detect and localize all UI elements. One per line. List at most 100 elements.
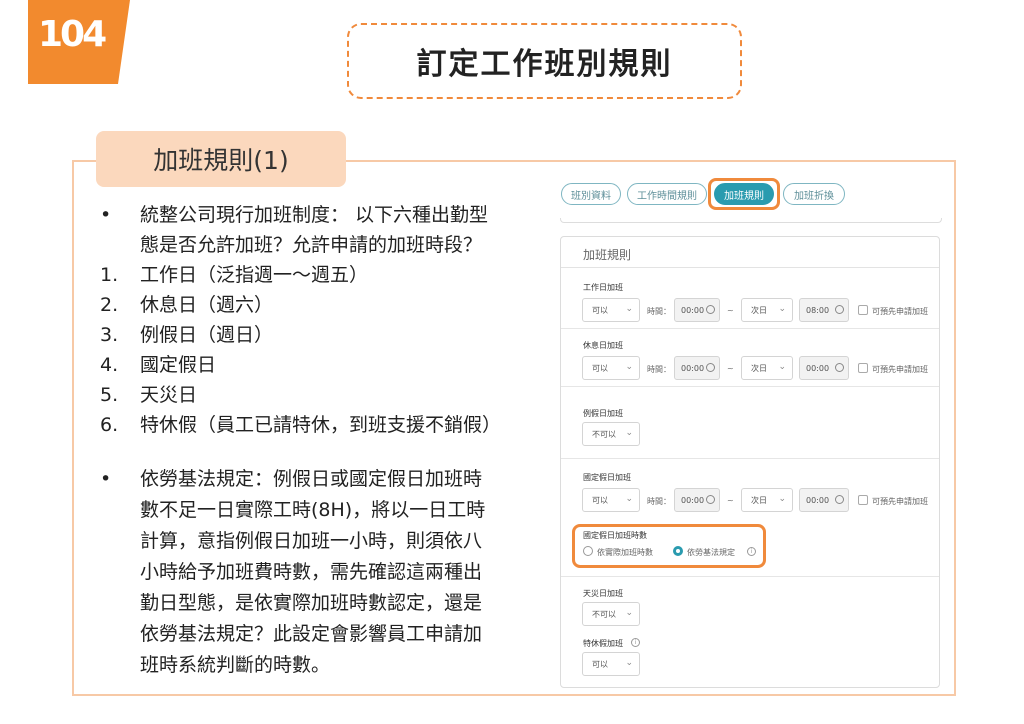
time-value: 00:00 (806, 495, 830, 505)
section-label: 國定假日加班 (583, 473, 631, 482)
workday-allow-select[interactable]: 可以 ⌄ (582, 298, 640, 322)
clock-icon (835, 305, 844, 314)
time-label: 時間： (647, 365, 671, 374)
bullet-line: 態是否允許加班？允許申請的加班時段？ (140, 234, 483, 256)
select-value: 可以 (592, 305, 608, 315)
restday-start-time[interactable]: 00:00 (674, 356, 720, 380)
chevron-down-icon: ⌄ (778, 304, 786, 314)
section-tab: 加班規則(1) (96, 131, 346, 187)
numbered-item: 1. 工作日（泛指週一～週五） (100, 260, 550, 290)
chevron-down-icon: ⌄ (778, 362, 786, 372)
restday-allow-select[interactable]: 可以 ⌄ (582, 356, 640, 380)
select-value: 次日 (751, 363, 767, 373)
logo-text: 104 (38, 14, 106, 55)
item-text: 天災日 (140, 384, 198, 406)
time-value: 00:00 (681, 495, 705, 505)
select-value: 可以 (592, 495, 608, 505)
select-value: 可以 (592, 363, 608, 373)
workday-end-time[interactable]: 08:00 (799, 298, 849, 322)
overtime-rules-card: 加班規則 工作日加班 可以 ⌄ 時間： 00:00 ~ 次日 ⌄ 08:00 可預先… (560, 236, 940, 688)
restday-preapply-checkbox[interactable] (858, 363, 868, 373)
bullet-item: • 依勞基法規定：例假日或國定假日加班時 數不足一日實際工時(8H)，將以一日工… (100, 464, 550, 681)
special-leave-allow-select[interactable]: 可以 ⌄ (582, 652, 640, 676)
disaster-overtime-section: 天災日加班 不可以 ⌄ (561, 576, 939, 630)
select-value: 不可以 (592, 429, 616, 439)
item-number: 4. (100, 354, 119, 376)
chevron-down-icon: ⌄ (625, 658, 633, 668)
item-number: 3. (100, 324, 119, 346)
item-text: 工作日（泛指週一～週五） (140, 264, 369, 286)
regular-holiday-allow-select[interactable]: 不可以 ⌄ (582, 422, 640, 446)
clock-icon (835, 495, 844, 504)
numbered-item: 2. 休息日（週六） (100, 290, 550, 320)
workday-preapply-checkbox[interactable] (858, 305, 868, 315)
national-holiday-end-time[interactable]: 00:00 (799, 488, 849, 512)
chevron-down-icon: ⌄ (625, 608, 633, 618)
checkbox-label: 可預先申請加班 (872, 497, 928, 506)
national-holiday-start-time[interactable]: 00:00 (674, 488, 720, 512)
clock-icon (706, 305, 715, 314)
rules-description: • 統整公司現行加班制度： 以下六種出勤型 態是否允許加班？允許申請的加班時段？… (100, 200, 550, 681)
time-label: 時間： (647, 307, 671, 316)
numbered-item: 4. 國定假日 (100, 350, 550, 380)
regular-holiday-overtime-section: 例假日加班 不可以 ⌄ (561, 386, 939, 459)
bullet-marker: • (100, 468, 112, 490)
holiday-hours-highlight (572, 524, 766, 568)
item-number: 5. (100, 384, 119, 406)
tab-overtime-rules[interactable]: 加班規則 (714, 183, 774, 205)
select-value: 可以 (592, 659, 608, 669)
chevron-down-icon: ⌄ (625, 494, 633, 504)
bullet-line: 統整公司現行加班制度： 以下六種出勤型 (140, 204, 489, 226)
range-separator: ~ (727, 306, 734, 315)
bullet-line: 計算，意指例假日加班一小時，則須依八 (140, 530, 483, 552)
clock-icon (706, 495, 715, 504)
numbered-item: 6. 特休假（員工已請特休，到班支援不銷假） (100, 410, 550, 440)
checkbox-label: 可預先申請加班 (872, 365, 928, 374)
restday-overtime-section: 休息日加班 可以 ⌄ 時間： 00:00 ~ 次日 ⌄ 00:00 可預先申請加班 (561, 328, 939, 387)
numbered-item: 3. 例假日（週日） (100, 320, 550, 350)
item-text: 例假日（週日） (140, 324, 274, 346)
tab-overtime-conversion[interactable]: 加班折換 (783, 183, 845, 205)
disaster-allow-select[interactable]: 不可以 ⌄ (582, 602, 640, 626)
page-title-text: 訂定工作班別規則 (416, 47, 673, 82)
bullet-line: 依勞基法規定？此設定會影響員工申請加 (140, 623, 483, 645)
workday-overtime-section: 工作日加班 可以 ⌄ 時間： 00:00 ~ 次日 ⌄ 08:00 可預先申請加班 (561, 268, 939, 329)
restday-next-day-select[interactable]: 次日 ⌄ (741, 356, 793, 380)
bullet-line: 數不足一日實際工時(8H)，將以一日工時 (140, 499, 486, 521)
item-number: 1. (100, 264, 119, 286)
workday-next-day-select[interactable]: 次日 ⌄ (741, 298, 793, 322)
clock-icon (706, 363, 715, 372)
item-number: 6. (100, 414, 119, 436)
section-label: 特休假加班 (583, 639, 623, 648)
chevron-down-icon: ⌄ (625, 428, 633, 438)
national-holiday-preapply-checkbox[interactable] (858, 495, 868, 505)
bullet-line: 依勞基法規定：例假日或國定假日加班時 (140, 468, 483, 490)
section-label: 工作日加班 (583, 283, 623, 292)
time-label: 時間： (647, 497, 671, 506)
workday-start-time[interactable]: 00:00 (674, 298, 720, 322)
range-separator: ~ (727, 496, 734, 505)
tab-work-time-rules[interactable]: 工作時間規則 (627, 183, 707, 205)
checkbox-label: 可預先申請加班 (872, 307, 928, 316)
bullet-item: • 統整公司現行加班制度： 以下六種出勤型 態是否允許加班？允許申請的加班時段？ (100, 200, 550, 260)
bullet-text: 統整公司現行加班制度： 以下六種出勤型 態是否允許加班？允許申請的加班時段？ (140, 200, 550, 260)
numbered-item: 5. 天災日 (100, 380, 550, 410)
national-holiday-allow-select[interactable]: 可以 ⌄ (582, 488, 640, 512)
bullet-line: 勤日型態，是依實際加班時數認定，還是 (140, 592, 483, 614)
tab-shift-data[interactable]: 班別資料 (561, 183, 621, 205)
bullet-text: 依勞基法規定：例假日或國定假日加班時 數不足一日實際工時(8H)，將以一日工時 … (140, 464, 550, 681)
special-leave-overtime-section: 特休假加班 i 可以 ⌄ (561, 630, 939, 688)
bullet-line: 小時給予加班費時數，需先確認這兩種出 (140, 561, 483, 583)
item-text: 國定假日 (140, 354, 217, 376)
bullet-marker: • (100, 204, 112, 226)
restday-end-time[interactable]: 00:00 (799, 356, 849, 380)
range-separator: ~ (727, 364, 734, 373)
time-value: 08:00 (806, 305, 830, 315)
national-holiday-next-day-select[interactable]: 次日 ⌄ (741, 488, 793, 512)
chevron-down-icon: ⌄ (625, 362, 633, 372)
bullet-line: 班時系統判斷的時數。 (140, 654, 331, 676)
item-number: 2. (100, 294, 119, 316)
select-value: 次日 (751, 495, 767, 505)
section-label: 休息日加班 (583, 341, 623, 350)
info-icon[interactable]: i (631, 638, 640, 647)
